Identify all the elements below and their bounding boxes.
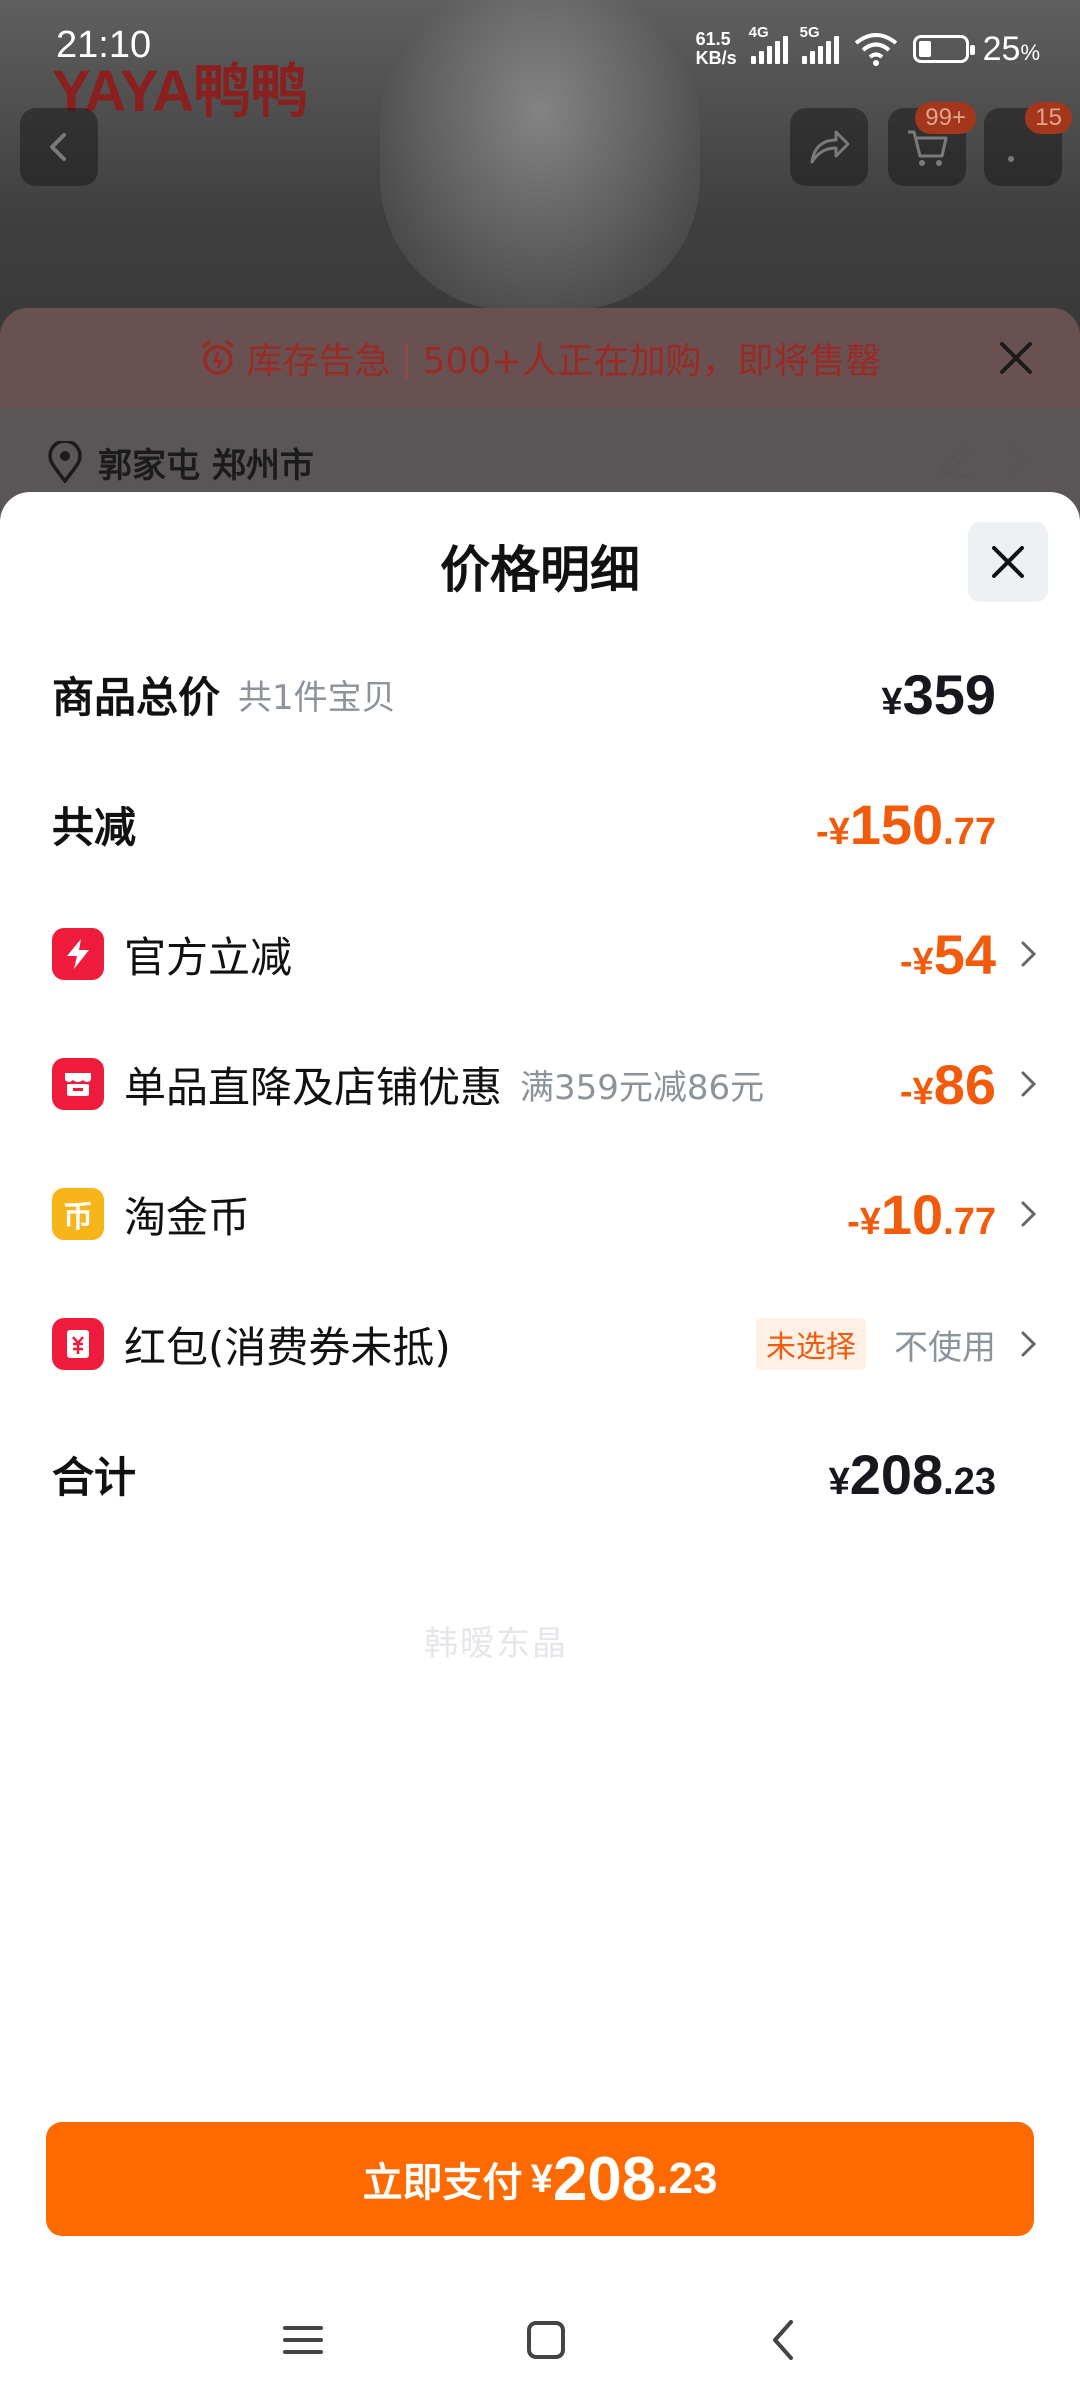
address-row[interactable]: 郭家屯 郑州市 bbox=[46, 432, 1040, 492]
status-icons: 61.5 KB/s 4G 5G 25% bbox=[695, 24, 1040, 72]
alert-message: 500+人正在加购，即将售罄 bbox=[422, 341, 882, 382]
message-count-badge: 15 bbox=[1025, 102, 1072, 134]
chevron-right-icon bbox=[1000, 938, 1040, 970]
back-nav-button[interactable] bbox=[767, 2318, 799, 2366]
shop-discount-label: 单品直降及店铺优惠 bbox=[124, 1062, 503, 1112]
total-price-label: 商品总价 bbox=[52, 672, 221, 722]
sum-row: 合计 ¥208.23 bbox=[52, 1434, 1040, 1514]
coins-amount: -¥10.77 bbox=[847, 1182, 996, 1246]
not-selected-tag: 未选择 bbox=[756, 1318, 866, 1370]
shop-discount-row[interactable]: 单品直降及店铺优惠 满359元减86元 -¥86 bbox=[52, 1044, 1040, 1124]
status-bar: 21:10 61.5 KB/s 4G 5G 25% bbox=[0, 0, 1080, 92]
chevron-left-icon bbox=[50, 133, 66, 161]
pay-currency: ¥ bbox=[530, 2156, 553, 2201]
edit-pencil-icon bbox=[940, 446, 970, 478]
pay-now-label: 立即支付 bbox=[362, 2160, 523, 2206]
red-packet-value: 不使用 bbox=[894, 1327, 996, 1368]
total-discount-row: 共减 -¥150.77 bbox=[52, 784, 1040, 864]
battery-percent: 25% bbox=[982, 29, 1040, 68]
location-pin-icon bbox=[48, 441, 82, 483]
message-button[interactable]: 15 bbox=[984, 102, 1072, 186]
official-discount-label: 官方立减 bbox=[124, 932, 293, 982]
chevron-right-icon bbox=[1009, 447, 1026, 475]
close-icon bbox=[1000, 342, 1032, 374]
address-text: 郭家屯 郑州市 bbox=[98, 445, 314, 486]
chevron-right-icon bbox=[1000, 1328, 1040, 1360]
red-packet-icon bbox=[52, 1318, 104, 1370]
official-discount-row[interactable]: 官方立减 -¥54 bbox=[52, 914, 1040, 994]
alarm-clock-icon bbox=[202, 340, 235, 375]
sheet-title: 价格明细 bbox=[440, 541, 640, 599]
chevron-right-icon bbox=[1000, 1198, 1040, 1230]
pay-amount-int: 208 bbox=[552, 2144, 657, 2214]
wifi-icon bbox=[854, 33, 897, 66]
sum-label: 合计 bbox=[52, 1452, 137, 1502]
share-icon bbox=[810, 130, 850, 164]
alert-close-button[interactable] bbox=[996, 338, 1036, 387]
menu-button[interactable] bbox=[281, 2320, 325, 2364]
network-speed: 61.5 KB/s bbox=[695, 29, 737, 68]
total-price-row: 商品总价 共1件宝贝 ¥359 bbox=[52, 654, 1040, 734]
shop-discount-condition: 满359元减86元 bbox=[520, 1067, 765, 1108]
watermark-text: 韩暧东晶 bbox=[424, 1624, 568, 1664]
total-price-amount: ¥359 bbox=[881, 662, 996, 726]
sum-amount: ¥208.23 bbox=[828, 1442, 996, 1506]
home-square-icon bbox=[527, 2321, 565, 2359]
back-chevron-icon bbox=[773, 2320, 793, 2360]
system-navigation-bar bbox=[0, 2284, 1080, 2400]
shop-icon bbox=[52, 1058, 104, 1110]
official-discount-amount: -¥54 bbox=[899, 922, 996, 986]
pay-amount-dec: .23 bbox=[656, 2154, 718, 2203]
status-time: 21:10 bbox=[56, 24, 152, 66]
alert-separator: | bbox=[400, 337, 413, 379]
lightning-icon bbox=[52, 928, 104, 980]
cart-count-badge: 99+ bbox=[915, 102, 976, 134]
stock-alert-bar: 库存告急 | 500+人正在加购，即将售罄 bbox=[0, 308, 1080, 408]
total-discount-amount: -¥150.77 bbox=[815, 792, 996, 856]
chevron-right-icon bbox=[1000, 1068, 1040, 1100]
alert-title: 库存告急 bbox=[246, 341, 391, 382]
coins-row[interactable]: 币 淘金币 -¥10.77 bbox=[52, 1174, 1040, 1254]
item-count: 共1件宝贝 bbox=[238, 677, 396, 718]
signal-5g-icon: 5G bbox=[800, 24, 839, 64]
close-icon bbox=[992, 546, 1024, 578]
coin-icon: 币 bbox=[52, 1188, 104, 1240]
menu-icon bbox=[283, 2326, 323, 2354]
home-button[interactable] bbox=[525, 2319, 567, 2365]
coins-label: 淘金币 bbox=[124, 1192, 251, 1242]
pay-now-button[interactable]: 立即支付 ¥ 208 .23 bbox=[46, 2122, 1034, 2236]
red-packet-label: 红包(消费券未抵) bbox=[124, 1322, 451, 1372]
signal-4g-icon: 4G bbox=[749, 24, 788, 64]
price-detail-sheet: 价格明细 韩暧东晶 商品总价 共1件宝贝 ¥359 共减 -¥150.77 官方… bbox=[0, 492, 1080, 2400]
cart-button[interactable]: 99+ bbox=[888, 102, 976, 186]
share-button[interactable] bbox=[790, 108, 868, 186]
total-discount-label: 共减 bbox=[52, 802, 137, 852]
battery-icon bbox=[912, 35, 975, 63]
sheet-close-button[interactable] bbox=[968, 522, 1048, 602]
red-packet-row[interactable]: 红包(消费券未抵) 未选择 不使用 bbox=[52, 1304, 1040, 1384]
shop-discount-amount: -¥86 bbox=[899, 1052, 996, 1116]
back-button[interactable] bbox=[20, 108, 98, 186]
